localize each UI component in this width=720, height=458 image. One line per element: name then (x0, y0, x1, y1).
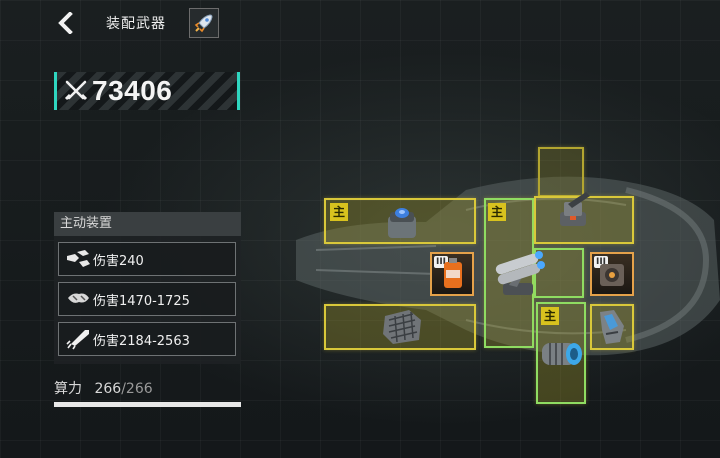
combat-power-value: 73406 (92, 75, 173, 106)
main-slot-badge: 主 (541, 307, 559, 325)
shield-generator-module[interactable] (380, 200, 424, 244)
reactor-core-module[interactable]: III (590, 252, 634, 296)
compute-progress-fill (54, 402, 241, 407)
armor-grid-icon (383, 310, 421, 344)
fuel-canister-icon (444, 258, 462, 288)
missile-icon (66, 330, 89, 350)
compute-max: 266 (125, 381, 153, 397)
compute-progress-bar (54, 402, 241, 407)
coil-cannon-module[interactable] (538, 330, 584, 374)
coil-cannon-icon (542, 343, 582, 365)
armor-plating-module[interactable] (378, 304, 426, 350)
compute-current: 266 (94, 381, 122, 397)
active-equipment-panel: 主动装置 伤害240 伤害1470-1725 伤害2184-2563 (54, 212, 241, 364)
missile-launcher-module[interactable] (488, 244, 550, 302)
crossed-swords-icon (64, 80, 88, 101)
heavy-turret-icon (560, 192, 590, 226)
rocket-icon (194, 14, 213, 33)
drone-swarm-icon (67, 250, 90, 267)
fuel-tank-module[interactable]: III (430, 252, 474, 296)
reactor-core-icon (600, 264, 624, 286)
page-title: 装配武器 (106, 16, 166, 32)
twin-missile-launcher-icon (495, 251, 545, 295)
equipment-row-fighter[interactable]: 伤害1470-1725 (58, 282, 236, 316)
plasma-cannon-icon (600, 310, 624, 344)
plasma-cannon-module[interactable] (590, 304, 634, 350)
chevron-left-icon (58, 12, 73, 34)
equipment-row-drone[interactable]: 伤害240 (58, 242, 236, 276)
active-equipment-title: 主动装置 (54, 212, 241, 236)
equipment-damage-label: 伤害2184-2563 (93, 333, 190, 349)
equipment-damage-label: 伤害240 (93, 253, 144, 269)
main-slot-badge: 主 (488, 203, 506, 221)
equipment-row-missile[interactable]: 伤害2184-2563 (58, 322, 236, 356)
main-slot-badge: 主 (330, 203, 348, 221)
rocket-button[interactable] (189, 8, 219, 38)
compute-power: 算力 266/266 (54, 378, 153, 398)
turret-module[interactable] (548, 186, 598, 234)
equipment-damage-label: 伤害1470-1725 (93, 293, 190, 309)
compute-label: 算力 (54, 381, 82, 397)
shield-generator-icon (388, 208, 416, 238)
back-button[interactable] (52, 9, 80, 37)
combat-power-display: 73406 (54, 72, 240, 110)
fighter-squadron-icon (68, 293, 89, 303)
